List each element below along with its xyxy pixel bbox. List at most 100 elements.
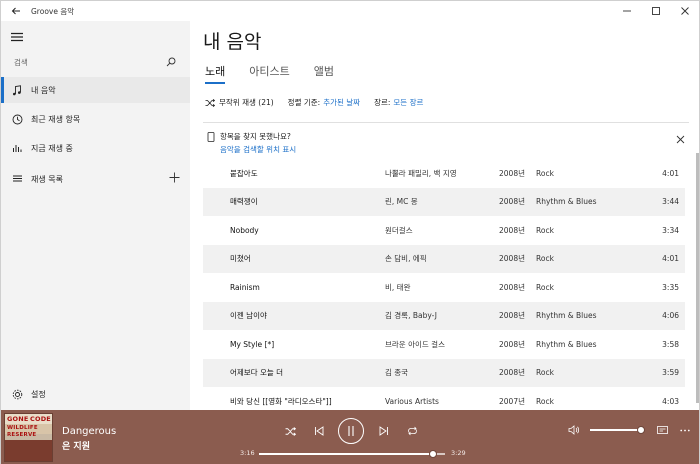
elapsed-time: 3:16 <box>240 449 255 457</box>
sidebar-item-recent[interactable]: 최근 재생 항목 <box>1 106 190 132</box>
sort-dropdown[interactable]: 정렬 기준: 추가된 날짜 <box>288 97 360 108</box>
song-row[interactable]: 이젠 남이야 김 경록, Baby-J 2008년 Rhythm & Blues 4:0… <box>203 301 685 330</box>
repeat-icon <box>407 426 417 436</box>
hamburger-icon <box>11 32 23 42</box>
close-icon <box>680 7 689 15</box>
shuffle-icon <box>285 426 296 436</box>
tab-albums[interactable]: 앨범 <box>314 63 334 84</box>
previous-button[interactable] <box>311 423 327 439</box>
divider <box>203 122 689 123</box>
close-button[interactable] <box>670 1 699 21</box>
song-duration: 4:01 <box>662 168 679 178</box>
seek-bar-fill <box>259 453 434 455</box>
more-icon <box>680 429 690 431</box>
previous-icon <box>315 426 324 436</box>
song-year: 2008년 <box>499 339 525 349</box>
speaker-icon <box>568 425 580 435</box>
more-options-button[interactable] <box>679 424 691 436</box>
hamburger-menu-button[interactable] <box>10 31 24 43</box>
sidebar-item-now-playing[interactable]: 지금 재생 중 <box>1 135 190 161</box>
song-artist: 린, MC 몽 <box>385 197 418 207</box>
page-title: 내 음악 <box>203 31 262 53</box>
search-icon[interactable] <box>166 57 176 67</box>
song-artist: 나뿔라 패밀리, 백 지영 <box>385 168 457 178</box>
album-art-text: GONE <box>7 415 29 423</box>
notice-title: 항목을 찾지 못했나요? <box>207 131 291 142</box>
mini-player-icon <box>656 426 668 434</box>
song-duration: 4:06 <box>662 311 679 321</box>
song-year: 2008년 <box>499 254 525 264</box>
now-playing-artist[interactable]: 은 지원 <box>62 439 90 452</box>
song-row[interactable]: 매력쟁이 린, MC 몽 2008년 Rhythm & Blues 3:44 <box>203 187 685 216</box>
volume-slider-thumb[interactable] <box>637 426 645 434</box>
equalizer-icon <box>11 142 23 154</box>
song-genre: Rock <box>536 254 554 264</box>
song-list: 붙잡아도 나뿔라 패밀리, 백 지영 2008년 Rock 4:01 매력쟁이 린, MC … <box>203 159 685 416</box>
add-playlist-button[interactable] <box>169 172 180 185</box>
title-bar: Groove 음악 <box>1 1 699 21</box>
seek-bar-thumb[interactable] <box>429 450 438 458</box>
scrollbar[interactable] <box>696 153 699 403</box>
close-icon <box>676 135 685 144</box>
settings-button[interactable]: 설정 <box>1 383 190 405</box>
song-duration: 3:59 <box>662 368 679 378</box>
song-artist: 김 경록, Baby-J <box>385 311 437 321</box>
tab-bar: 노래 아티스트 앨범 <box>205 63 358 84</box>
song-row[interactable]: Nobody 원더걸스 2008년 Rock 3:34 <box>203 216 685 245</box>
repeat-button[interactable] <box>404 423 420 439</box>
album-art-text: CODE <box>30 415 51 423</box>
filter-bar: 무작위 재생 (21) 정렬 기준: 추가된 날짜 장르: 모든 장르 <box>205 97 437 108</box>
mini-view-button[interactable] <box>656 424 668 436</box>
song-row[interactable]: 어제보다 오늘 더 김 종국 2008년 Rock 3:59 <box>203 358 685 387</box>
song-title: Rainism <box>230 282 260 292</box>
sort-label: 정렬 기준: <box>287 98 321 107</box>
song-year: 2008년 <box>499 282 525 292</box>
clock-icon <box>11 113 23 125</box>
seek-bar[interactable] <box>259 450 445 458</box>
search-input[interactable]: 검색 <box>8 53 182 71</box>
total-time: 3:29 <box>451 449 466 457</box>
shuffle-all-button[interactable]: 무작위 재생 (21) <box>205 97 274 108</box>
sidebar-item-playlists[interactable]: 재생 목록 <box>1 166 190 192</box>
album-art[interactable]: GONE CODE WILDLIFE RESERVE <box>4 413 53 462</box>
show-music-location-link[interactable]: 음악을 검색할 위치 표시 <box>220 144 296 155</box>
song-genre: Rock <box>536 282 554 292</box>
song-duration: 3:58 <box>662 339 679 349</box>
back-button[interactable] <box>1 1 31 21</box>
album-art-text: RESERVE <box>7 432 37 438</box>
shuffle-button[interactable] <box>282 423 298 439</box>
song-duration: 3:44 <box>662 197 679 207</box>
sort-value[interactable]: 추가된 날짜 <box>323 97 360 108</box>
now-playing-title[interactable]: Dangerous <box>62 426 116 437</box>
maximize-button[interactable] <box>641 1 670 21</box>
minimize-button[interactable] <box>612 1 641 21</box>
song-year: 2008년 <box>499 225 525 235</box>
genre-value[interactable]: 모든 장르 <box>393 97 423 108</box>
gear-icon <box>11 388 23 400</box>
song-row[interactable]: My Style [*] 브라운 아이드 걸스 2008년 Rhythm & Blue… <box>203 330 685 359</box>
song-row[interactable]: 붙잡아도 나뿔라 패밀리, 백 지영 2008년 Rock 4:01 <box>203 159 685 188</box>
song-genre: Rock <box>536 396 554 406</box>
window-controls <box>612 1 699 21</box>
maximize-icon <box>651 7 660 15</box>
genre-dropdown[interactable]: 장르: 모든 장르 <box>374 97 423 108</box>
song-genre: Rock <box>536 168 554 178</box>
main-content: 내 음악 노래 아티스트 앨범 무작위 재생 (21) 정렬 기준: 추가된 날… <box>191 21 699 410</box>
shuffle-label: 무작위 재생 (21) <box>219 98 274 107</box>
song-title: My Style [*] <box>230 339 275 349</box>
dismiss-notice-button[interactable] <box>676 135 685 146</box>
volume-slider[interactable] <box>590 426 645 434</box>
volume-button[interactable] <box>567 423 581 437</box>
tab-artists[interactable]: 아티스트 <box>249 63 289 84</box>
song-row[interactable]: 미쳤어 손 담비, 에픽 2008년 Rock 4:01 <box>203 244 685 273</box>
sidebar-item-my-music[interactable]: 내 음악 <box>1 77 190 103</box>
minimize-icon <box>622 10 631 12</box>
next-button[interactable] <box>376 423 392 439</box>
tab-songs[interactable]: 노래 <box>205 63 226 84</box>
play-pause-button[interactable] <box>338 418 364 444</box>
song-artist: Various Artists <box>385 396 439 406</box>
song-row[interactable]: Rainism 비, 태완 2008년 Rock 3:35 <box>203 273 685 302</box>
song-year: 2008년 <box>499 197 525 207</box>
sidebar-item-label: 지금 재생 중 <box>31 143 73 153</box>
song-title: 어제보다 오늘 더 <box>230 368 284 378</box>
